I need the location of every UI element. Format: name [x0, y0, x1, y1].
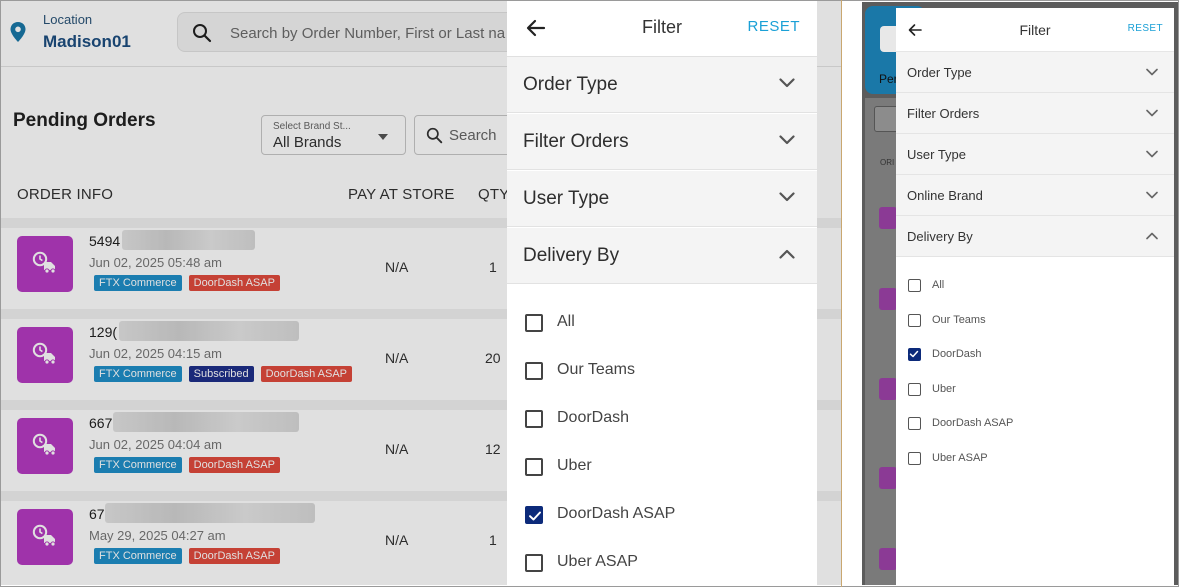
filter-drawer: Filter RESET Order Type Filter Orders Us… [507, 1, 817, 585]
chevron-down-icon [779, 192, 795, 202]
option-doordash[interactable]: DoorDash [896, 338, 1174, 372]
option-label: All [557, 313, 575, 330]
background-order-icon [879, 288, 897, 310]
checkbox[interactable] [525, 458, 543, 476]
background-order-icon [879, 548, 897, 570]
background-order-icon [879, 207, 897, 229]
checkbox[interactable] [525, 410, 543, 428]
background-title-fragment: Per [879, 72, 898, 86]
section-online-brand[interactable]: Online Brand [896, 175, 1174, 216]
section-user-type[interactable]: User Type [896, 134, 1174, 175]
option-label: Our Teams [932, 314, 986, 326]
chevron-down-icon [779, 78, 795, 88]
section-label: Filter Orders [523, 131, 629, 152]
section-label: Delivery By [523, 245, 620, 266]
option-doordash-asap[interactable]: DoorDash ASAP [507, 492, 817, 540]
left-panel: Location Madison01 Search by Order Numbe… [1, 1, 841, 585]
option-uber-asap[interactable]: Uber ASAP [507, 540, 817, 585]
check-icon [529, 511, 541, 521]
option-label: DoorDash [932, 348, 982, 360]
option-label: All [932, 279, 945, 291]
option-label: DoorDash ASAP [932, 417, 1014, 429]
checkbox[interactable] [908, 314, 921, 327]
section-user-type[interactable]: User Type [507, 171, 817, 227]
checkbox[interactable] [525, 314, 543, 332]
option-label: Uber ASAP [932, 452, 988, 464]
option-our-teams[interactable]: Our Teams [896, 304, 1174, 338]
check-icon [909, 350, 919, 358]
background-order-icon [879, 378, 897, 400]
mobile-filter-drawer: Filter RESET Order Type Filter Orders Us… [896, 8, 1174, 585]
section-label: Filter Orders [907, 106, 980, 121]
section-filter-orders[interactable]: Filter Orders [896, 93, 1174, 134]
option-label: Our Teams [557, 361, 635, 378]
option-uber-asap[interactable]: Uber ASAP [896, 442, 1174, 476]
checkbox[interactable] [908, 452, 921, 465]
background-column-fragment: ORI [880, 158, 895, 167]
checkbox-checked[interactable] [908, 348, 921, 361]
right-panel: Per ORI Filter RESET Order Type Filter O… [862, 2, 1178, 585]
section-label: Delivery By [907, 229, 973, 244]
section-filter-orders[interactable]: Filter Orders [507, 114, 817, 170]
chevron-down-icon [1146, 191, 1158, 199]
background-order-icon [879, 467, 897, 489]
option-label: Uber [932, 383, 956, 395]
section-delivery-by[interactable]: Delivery By [507, 228, 817, 284]
checkbox[interactable] [908, 383, 921, 396]
option-doordash-asap[interactable]: DoorDash ASAP [896, 407, 1174, 441]
option-label: DoorDash [557, 409, 630, 426]
chevron-up-icon [779, 249, 795, 259]
chevron-down-icon [1146, 150, 1158, 158]
option-all[interactable]: All [507, 300, 817, 348]
filter-header: Filter RESET [507, 1, 817, 57]
option-label: DoorDash ASAP [557, 505, 676, 522]
section-label: Order Type [523, 74, 618, 95]
option-label: Uber ASAP [557, 553, 638, 570]
option-label: Uber [557, 457, 592, 474]
chevron-down-icon [779, 135, 795, 145]
option-uber[interactable]: Uber [896, 373, 1174, 407]
section-order-type[interactable]: Order Type [896, 52, 1174, 93]
chevron-down-icon [1146, 68, 1158, 76]
checkbox-checked[interactable] [525, 506, 543, 524]
option-uber[interactable]: Uber [507, 444, 817, 492]
section-label: User Type [523, 188, 610, 209]
option-doordash[interactable]: DoorDash [507, 396, 817, 444]
checkbox[interactable] [525, 362, 543, 380]
checkbox[interactable] [908, 417, 921, 430]
section-delivery-by[interactable]: Delivery By [896, 216, 1174, 257]
filter-header: Filter RESET [896, 8, 1174, 52]
section-label: User Type [907, 147, 967, 162]
checkbox[interactable] [908, 279, 921, 292]
reset-button[interactable]: RESET [1128, 23, 1163, 34]
panel-divider [841, 0, 842, 587]
reset-button[interactable]: RESET [747, 18, 800, 35]
option-our-teams[interactable]: Our Teams [507, 348, 817, 396]
section-label: Order Type [907, 65, 972, 80]
section-order-type[interactable]: Order Type [507, 57, 817, 113]
option-all[interactable]: All [896, 269, 1174, 303]
checkbox[interactable] [525, 554, 543, 572]
chevron-down-icon [1146, 109, 1158, 117]
section-label: Online Brand [907, 188, 983, 203]
chevron-up-icon [1146, 232, 1158, 240]
